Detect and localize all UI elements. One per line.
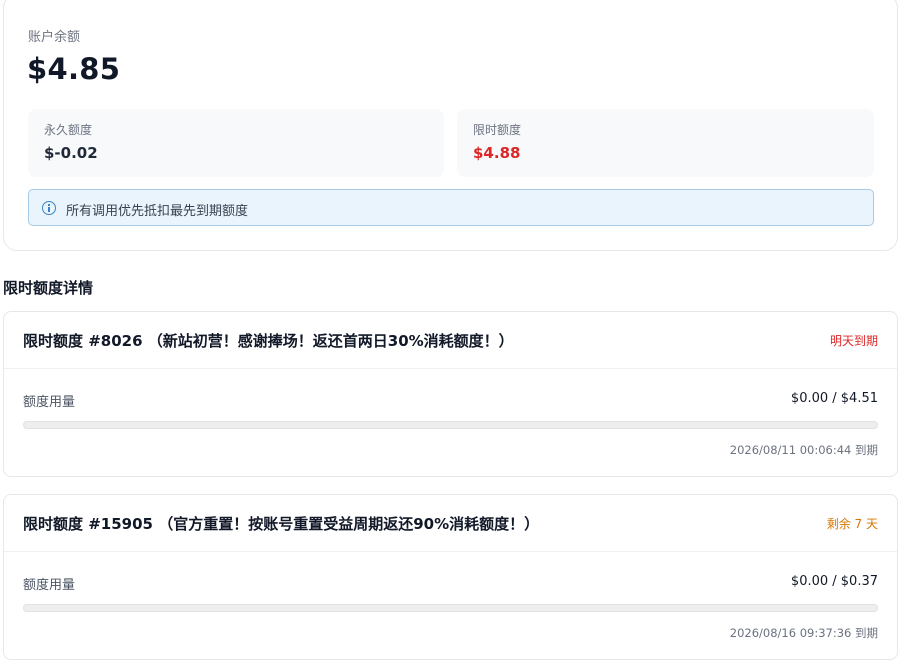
grant-title: 限时额度 #8026 （新站初营！感谢捧场！返还首两日30%消耗额度！）	[23, 332, 514, 350]
account-balance-card: 账户余额 $4.85 永久额度 $-0.02 限时额度 $4.88 所有调用优先…	[3, 0, 898, 251]
deduction-notice-text: 所有调用优先抵扣最先到期额度	[66, 204, 249, 219]
limited-quota-label: 限时额度	[473, 123, 522, 137]
limited-quota-value: $4.88	[473, 144, 521, 162]
expiry-time: 2026/08/11 00:06:44 到期	[729, 443, 878, 457]
usage-progress-bar	[23, 421, 878, 429]
section-title: 限时额度详情	[3, 279, 94, 297]
deduction-notice: 所有调用优先抵扣最先到期额度	[28, 189, 874, 226]
grant-title: 限时额度 #15905 （官方重置！按账号重置受益周期返还90%消耗额度！）	[23, 515, 540, 533]
grant-card-header: 限时额度 #8026 （新站初营！感谢捧场！返还首两日30%消耗额度！） 明天到…	[4, 312, 897, 369]
usage-amount: $0.00 / $0.37	[790, 574, 878, 589]
usage-label: 额度用量	[23, 395, 76, 410]
usage-label: 额度用量	[23, 578, 76, 593]
grant-status-badge: 明天到期	[829, 334, 878, 348]
grant-card-header: 限时额度 #15905 （官方重置！按账号重置受益周期返还90%消耗额度！） 剩…	[4, 495, 897, 552]
grant-status-badge: 剩余 7 天	[826, 517, 878, 531]
grant-card: 限时额度 #8026 （新站初营！感谢捧场！返还首两日30%消耗额度！） 明天到…	[3, 311, 898, 477]
balance-label: 账户余额	[28, 30, 81, 45]
limited-quota-box: 限时额度 $4.88	[457, 109, 874, 177]
info-circle-icon	[42, 201, 56, 215]
expiry-time: 2026/08/16 09:37:36 到期	[729, 626, 878, 640]
permanent-quota-value: $-0.02	[44, 144, 98, 162]
grant-card: 限时额度 #15905 （官方重置！按账号重置受益周期返还90%消耗额度！） 剩…	[3, 494, 898, 660]
permanent-quota-label: 永久额度	[44, 123, 93, 137]
usage-amount: $0.00 / $4.51	[790, 391, 878, 406]
permanent-quota-box: 永久额度 $-0.02	[28, 109, 444, 177]
balance-value: $4.85	[27, 52, 121, 86]
usage-progress-bar	[23, 604, 878, 612]
